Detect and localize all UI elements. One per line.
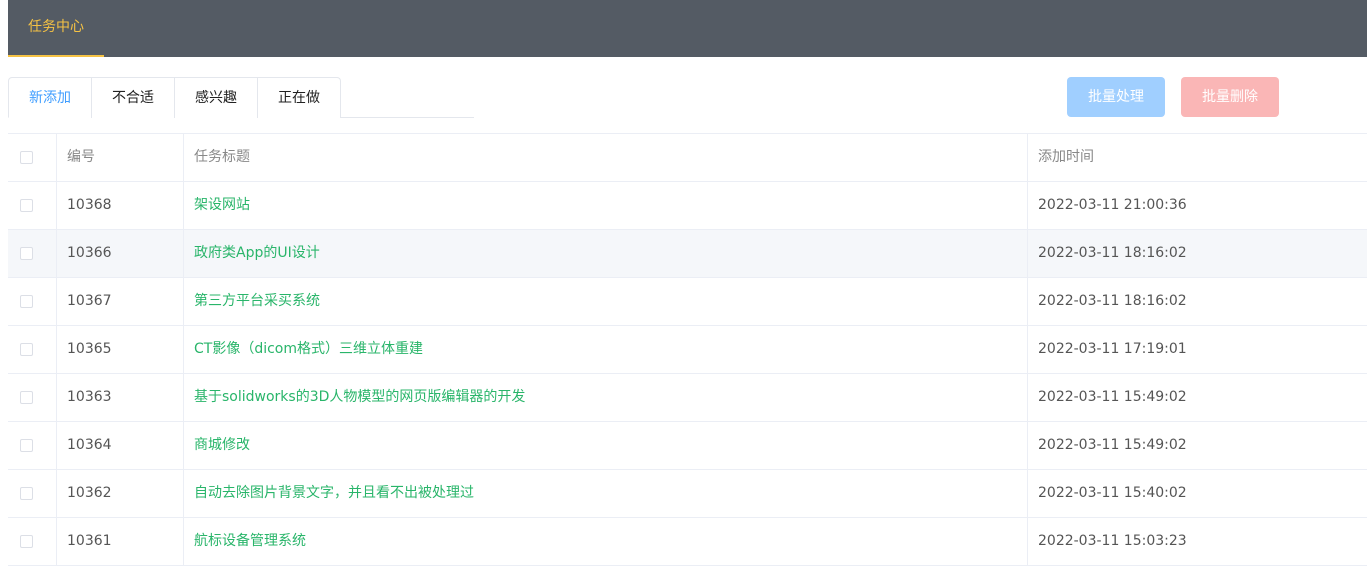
row-checkbox-cell xyxy=(8,374,57,421)
row-time: 2022-03-11 15:49:02 xyxy=(1038,389,1187,405)
row-id: 10362 xyxy=(57,470,184,517)
table-row: 10361 航标设备管理系统 2022-03-11 15:03:23 xyxy=(8,518,1367,566)
row-checkbox[interactable] xyxy=(20,199,33,212)
row-checkbox-cell xyxy=(8,278,57,325)
row-id: 10361 xyxy=(57,518,184,565)
nav-tab-task-center[interactable]: 任务中心 xyxy=(8,0,104,57)
tab-in-progress[interactable]: 正在做 xyxy=(257,77,341,118)
status-tabs: 新添加 不合适 感兴趣 正在做 xyxy=(8,77,474,118)
table-row: 10363 基于solidworks的3D人物模型的网页版编辑器的开发 2022… xyxy=(8,374,1367,422)
row-checkbox[interactable] xyxy=(20,391,33,404)
header-time: 添加时间 xyxy=(1038,149,1094,165)
tab-unsuitable[interactable]: 不合适 xyxy=(91,77,175,118)
row-title-link[interactable]: 航标设备管理系统 xyxy=(184,518,1028,565)
row-time: 2022-03-11 18:16:02 xyxy=(1038,245,1187,261)
row-title-link[interactable]: 架设网站 xyxy=(184,182,1028,229)
row-checkbox[interactable] xyxy=(20,487,33,500)
header-title: 任务标题 xyxy=(184,134,1028,181)
row-id: 10364 xyxy=(57,422,184,469)
row-time: 2022-03-11 17:19:01 xyxy=(1038,341,1187,357)
table-row: 10364 商城修改 2022-03-11 15:49:02 xyxy=(8,422,1367,470)
row-time: 2022-03-11 15:03:23 xyxy=(1038,533,1187,549)
row-checkbox-cell xyxy=(8,518,57,565)
row-id: 10365 xyxy=(57,326,184,373)
select-all-checkbox[interactable] xyxy=(20,151,33,164)
row-time: 2022-03-11 21:00:36 xyxy=(1038,197,1187,213)
row-title-link[interactable]: CT影像（dicom格式）三维立体重建 xyxy=(184,326,1028,373)
row-checkbox-cell xyxy=(8,326,57,373)
table-header-row: 编号 任务标题 添加时间 xyxy=(8,134,1367,182)
row-id: 10368 xyxy=(57,182,184,229)
row-title-link[interactable]: 第三方平台采买系统 xyxy=(184,278,1028,325)
tab-new-added[interactable]: 新添加 xyxy=(8,77,92,118)
row-checkbox-cell xyxy=(8,230,57,277)
batch-delete-button[interactable]: 批量删除 xyxy=(1181,77,1279,117)
row-time: 2022-03-11 15:40:02 xyxy=(1038,485,1187,501)
row-checkbox[interactable] xyxy=(20,295,33,308)
row-time: 2022-03-11 18:16:02 xyxy=(1038,293,1187,309)
row-checkbox[interactable] xyxy=(20,247,33,260)
batch-process-button[interactable]: 批量处理 xyxy=(1067,77,1165,117)
row-title-link[interactable]: 基于solidworks的3D人物模型的网页版编辑器的开发 xyxy=(184,374,1028,421)
row-id: 10363 xyxy=(57,374,184,421)
table-row: 10367 第三方平台采买系统 2022-03-11 18:16:02 xyxy=(8,278,1367,326)
task-table: 编号 任务标题 添加时间 10368 架设网站 2022-03-11 21:00… xyxy=(8,133,1367,566)
table-row: 10368 架设网站 2022-03-11 21:00:36 xyxy=(8,182,1367,230)
header-id: 编号 xyxy=(57,134,184,181)
tab-interested[interactable]: 感兴趣 xyxy=(174,77,258,118)
table-row: 10365 CT影像（dicom格式）三维立体重建 2022-03-11 17:… xyxy=(8,326,1367,374)
row-checkbox[interactable] xyxy=(20,343,33,356)
row-title-link[interactable]: 政府类App的UI设计 xyxy=(184,230,1028,277)
row-id: 10366 xyxy=(57,230,184,277)
row-checkbox-cell xyxy=(8,470,57,517)
left-margin xyxy=(0,0,8,568)
table-row: 10362 自动去除图片背景文字，并且看不出被处理过 2022-03-11 15… xyxy=(8,470,1367,518)
row-title-link[interactable]: 自动去除图片背景文字，并且看不出被处理过 xyxy=(184,470,1028,517)
row-checkbox[interactable] xyxy=(20,439,33,452)
row-title-link[interactable]: 商城修改 xyxy=(184,422,1028,469)
row-checkbox-cell xyxy=(8,182,57,229)
row-checkbox[interactable] xyxy=(20,535,33,548)
row-time: 2022-03-11 15:49:02 xyxy=(1038,437,1187,453)
row-checkbox-cell xyxy=(8,422,57,469)
top-nav-bar: 任务中心 xyxy=(8,0,1367,57)
select-all-cell xyxy=(8,134,57,181)
table-row: 10366 政府类App的UI设计 2022-03-11 18:16:02 xyxy=(8,230,1367,278)
row-id: 10367 xyxy=(57,278,184,325)
